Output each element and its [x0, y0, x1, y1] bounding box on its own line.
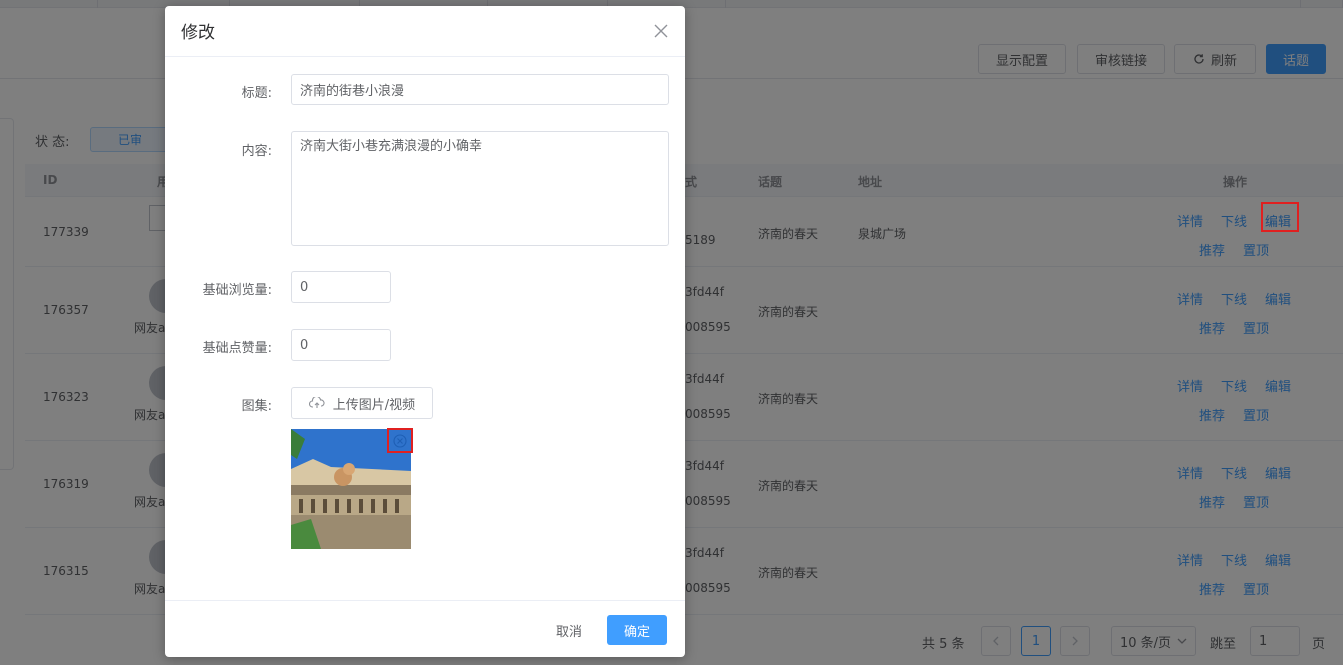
edit-dialog: 修改 标题: 内容: 济南大街小巷充满浪漫的小确幸 基础浏览量: 基础点赞量: … [165, 6, 685, 657]
likes-input[interactable] [291, 329, 391, 361]
cloud-upload-icon [308, 397, 325, 408]
content-textarea[interactable]: 济南大街小巷充满浪漫的小确幸 [291, 131, 669, 246]
dialog-footer: 取消 确定 [165, 600, 685, 657]
title-input[interactable] [291, 74, 669, 105]
dialog-title: 修改 [181, 23, 215, 43]
confirm-button[interactable]: 确定 [607, 615, 667, 645]
content-label: 内容: [241, 144, 272, 159]
cancel-button[interactable]: 取消 [539, 615, 599, 645]
circle-close-icon [393, 433, 407, 448]
remove-image-button[interactable] [387, 428, 413, 453]
upload-label: 上传图片/视频 [332, 397, 416, 413]
gallery-label: 图集: [241, 399, 272, 414]
edit-link-highlight [1261, 202, 1299, 232]
upload-button[interactable]: 上传图片/视频 [291, 387, 433, 419]
title-label: 标题: [241, 86, 272, 101]
views-input[interactable] [291, 271, 391, 303]
dialog-header: 修改 [165, 6, 685, 57]
likes-label: 基础点赞量: [202, 341, 272, 356]
views-label: 基础浏览量: [202, 283, 272, 298]
close-icon[interactable] [652, 22, 670, 40]
